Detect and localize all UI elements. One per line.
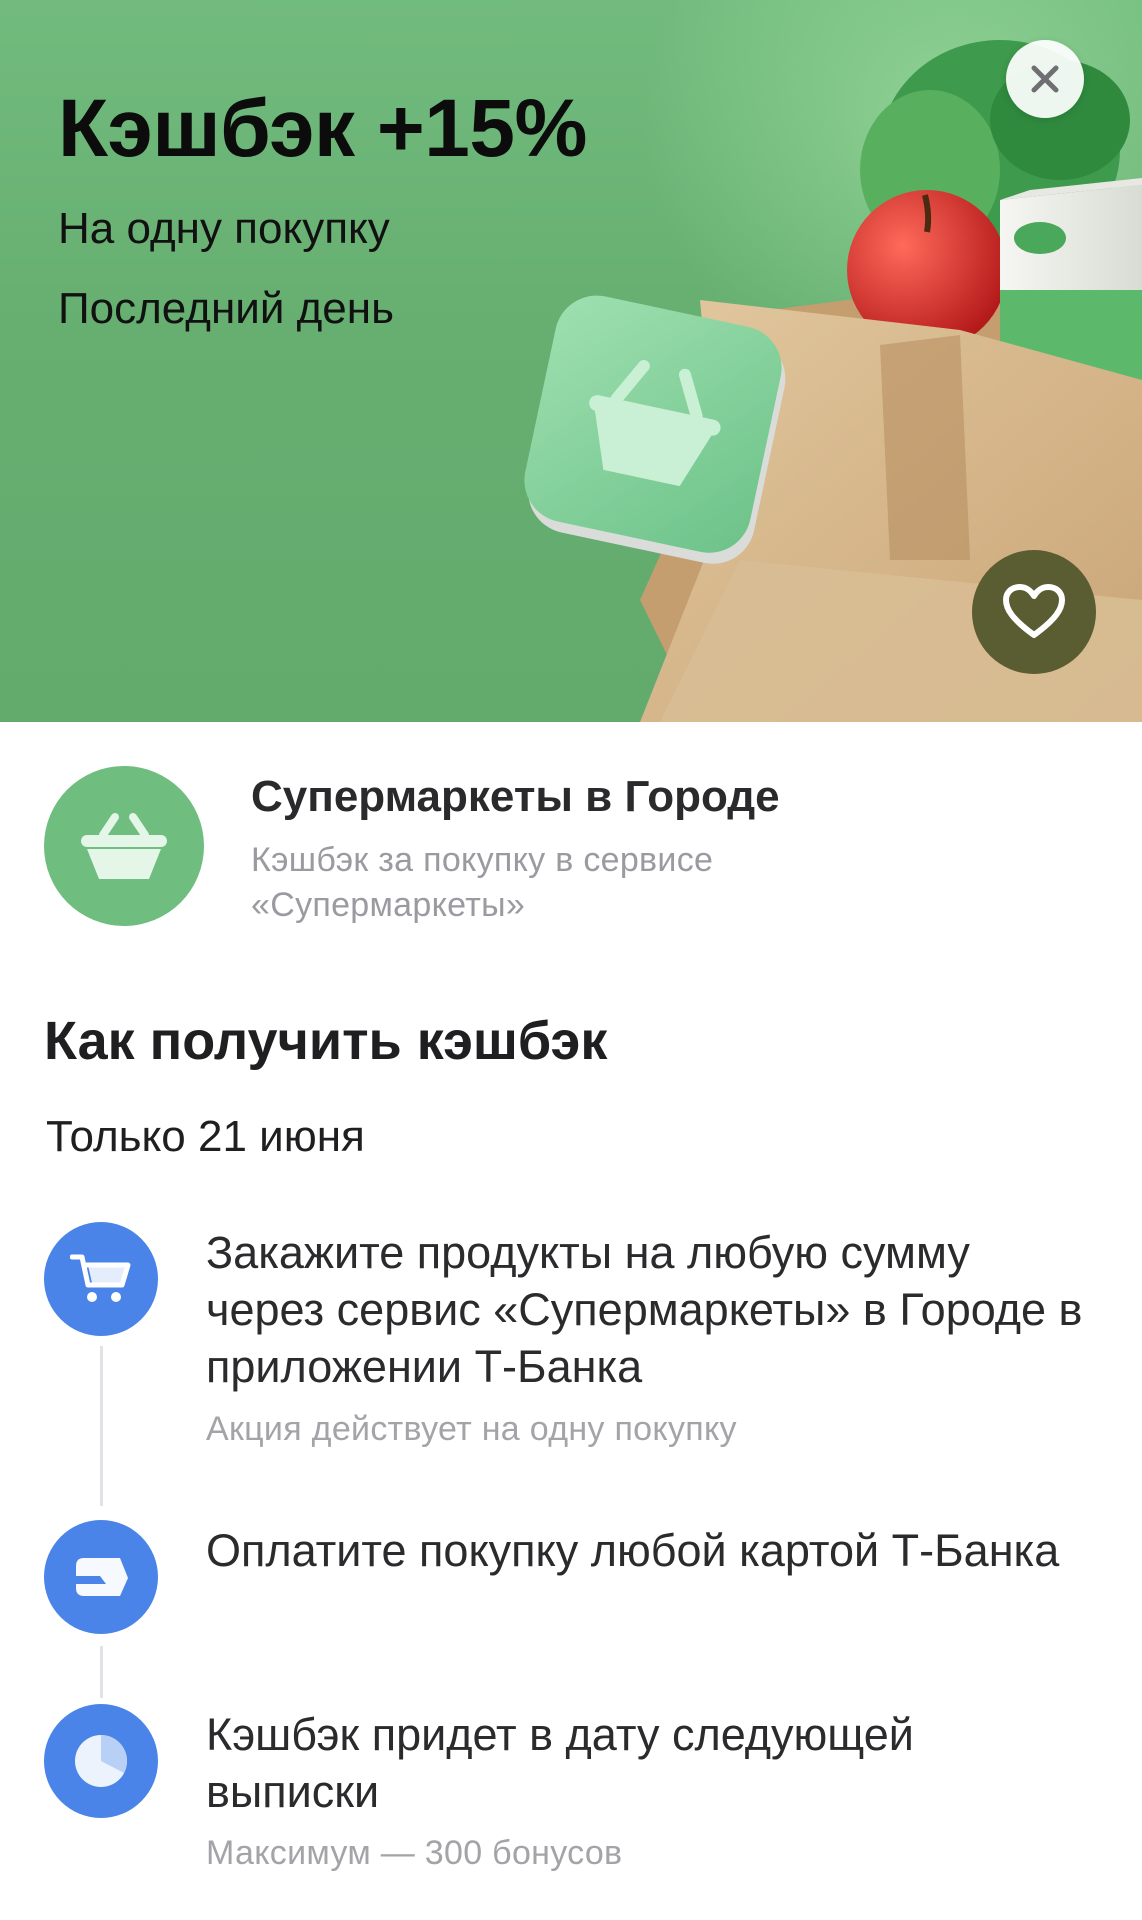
promo-banner: Кэшбэк +15% На одну покупку Последний де…: [0, 0, 1142, 722]
clock-icon: [75, 1735, 127, 1787]
heart-icon: [1003, 584, 1065, 638]
step-2-text: Оплатите покупку любой картой Т-Банка: [206, 1525, 1060, 1576]
step-connector: [100, 1346, 103, 1506]
step-3-icon-badge: [44, 1704, 158, 1818]
section-title: Как получить кэшбэк: [44, 1011, 608, 1071]
merchant-description: Кэшбэк за покупку в сервисе «Супермаркет…: [251, 841, 714, 924]
banner-subtitle-last-day: Последний день: [58, 284, 394, 333]
close-icon: [1031, 65, 1059, 93]
step-3-text: Кэшбэк придет в дату следующей выписки: [206, 1709, 914, 1817]
close-button[interactable]: [1006, 40, 1084, 118]
banner-subtitle-one-purchase: На одну покупку: [58, 204, 390, 253]
basket-icon: [81, 813, 167, 879]
step-3-note: Максимум — 300 бонусов: [206, 1834, 623, 1872]
card-icon: [76, 1558, 128, 1596]
cart-icon: [70, 1254, 131, 1302]
step-1-icon-badge: [44, 1222, 158, 1336]
step-2-icon-badge: [44, 1520, 158, 1634]
promo-date: Только 21 июня: [46, 1112, 365, 1161]
step-1-note: Акция действует на одну покупку: [206, 1410, 737, 1448]
merchant-name: Супермаркеты в Городе: [251, 772, 780, 821]
banner-title: Кэшбэк +15%: [58, 83, 587, 174]
favorite-button[interactable]: [972, 550, 1096, 674]
step-connector: [100, 1646, 103, 1698]
step-1-text: Закажите продукты на любую сумму через с…: [206, 1227, 1083, 1392]
merchant-logo: [44, 766, 204, 926]
